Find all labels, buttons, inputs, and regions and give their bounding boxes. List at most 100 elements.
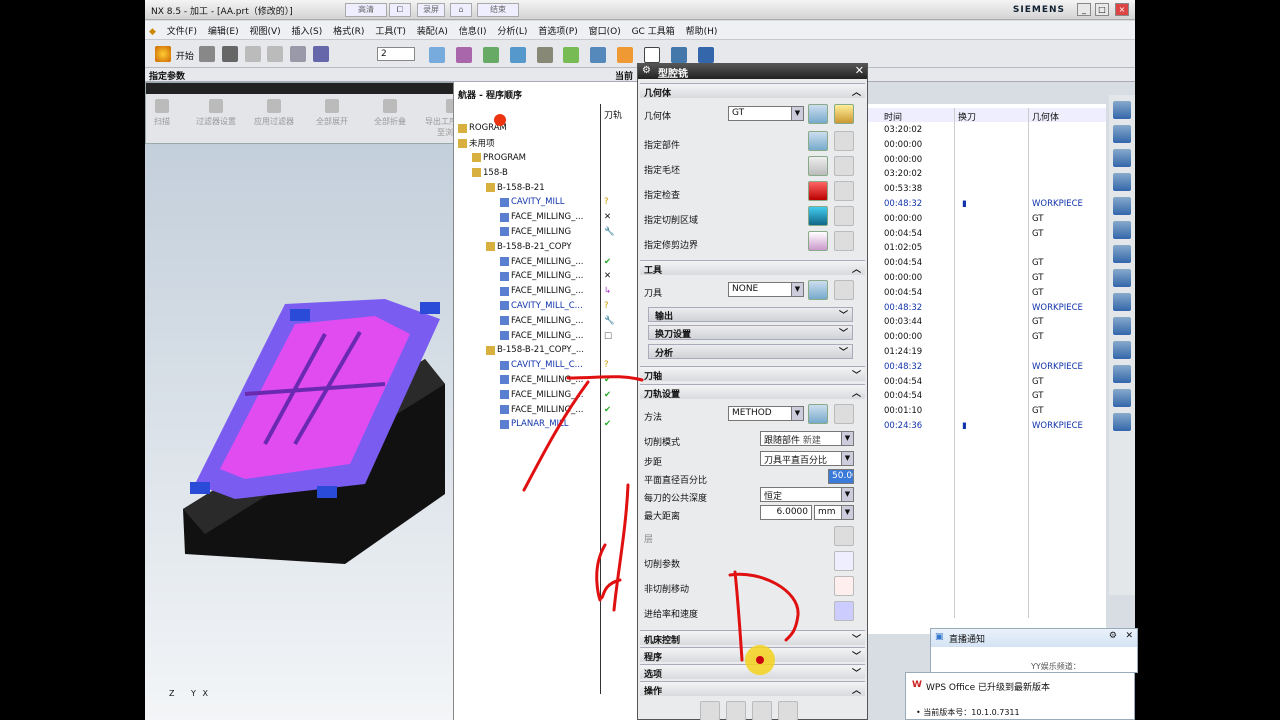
tree-row[interactable]: FACE_MILLING_... ↳ [454, 284, 644, 299]
scan-button[interactable]: 扫描 [145, 99, 190, 127]
table-row[interactable]: 00:04:54 GT [866, 256, 1106, 271]
part-tab-icon[interactable] [1113, 149, 1131, 167]
expand-all-button[interactable]: 全部展开 [304, 99, 360, 127]
stepover-select[interactable]: 刀具平直百分比 ▼ [760, 451, 854, 466]
feeds-speeds-button[interactable] [834, 601, 854, 621]
menu-help[interactable]: 帮助(H) [682, 21, 722, 40]
table-row[interactable]: 00:00:00 GT [866, 330, 1106, 345]
apply-filter-button[interactable]: 应用过滤器 [246, 99, 302, 127]
menu-edit[interactable]: 编辑(E) [204, 21, 243, 40]
sphere-icon[interactable] [563, 47, 580, 63]
new-method-button[interactable] [808, 404, 828, 424]
show-part-button[interactable] [834, 131, 854, 151]
tree-row[interactable]: FACE_MILLING_... ✕ [454, 210, 644, 225]
max-distance-input[interactable]: 6.0000 [760, 505, 812, 520]
menu-insert[interactable]: 插入(S) [288, 21, 327, 40]
save-icon[interactable] [198, 46, 215, 62]
menu-format[interactable]: 格式(R) [329, 21, 368, 40]
table-row[interactable]: 01:02:05 [866, 241, 1106, 256]
filter-settings-button[interactable]: 过滤器设置 [188, 99, 244, 127]
table-row[interactable]: 00:03:44 GT [866, 315, 1106, 330]
close-button[interactable]: × [1115, 3, 1129, 16]
geometry-section-header[interactable]: 几何体 ︿ [640, 83, 865, 99]
table-row[interactable]: 00:00:00 [866, 138, 1106, 153]
menu-preferences[interactable]: 首选项(P) [534, 21, 581, 40]
csys-icon[interactable] [482, 47, 499, 63]
specify-check-button[interactable] [808, 181, 828, 201]
tree-row[interactable]: B-158-B-21_COPY [454, 239, 644, 254]
actions-section-header[interactable]: 操作 ︿ [640, 681, 865, 697]
table-row[interactable]: 00:48:32 WORKPIECE [866, 360, 1106, 375]
tree-row[interactable]: FACE_MILLING_... ✔ [454, 373, 644, 388]
fit-view-icon[interactable] [509, 47, 526, 63]
tool-section-header[interactable]: 工具 ︿ [640, 260, 865, 276]
cube-icon[interactable] [590, 47, 607, 63]
menu-tools[interactable]: 工具(T) [371, 21, 410, 40]
tree-row[interactable]: 未用项 [454, 136, 644, 151]
verify-button[interactable] [752, 701, 772, 720]
table-row[interactable]: 03:20:02 [866, 123, 1106, 138]
table-row[interactable]: 00:04:54 GT [866, 375, 1106, 390]
tree-row[interactable]: B-158-B-21 [454, 180, 644, 195]
tree-row[interactable]: FACE_MILLING_... ✔ [454, 402, 644, 417]
unit-select[interactable]: mm ▼ [814, 505, 854, 520]
tree-row[interactable]: ROGRAM [454, 121, 644, 136]
replay-button[interactable] [726, 701, 746, 720]
web-tab-icon[interactable] [1113, 269, 1131, 287]
tab-end[interactable]: 结束 [477, 3, 519, 17]
tool-axis-section-header[interactable]: 刀轴 ﹀ [640, 366, 865, 382]
home-icon[interactable]: ⌂ [450, 3, 472, 17]
redo-icon[interactable] [267, 46, 284, 62]
menu-window[interactable]: 窗口(O) [585, 21, 625, 40]
specify-blank-button[interactable] [808, 156, 828, 176]
machine-tab-icon[interactable] [1113, 173, 1131, 191]
list-tab-icon[interactable] [1113, 341, 1131, 359]
show-blank-button[interactable] [834, 156, 854, 176]
notification-close-button[interactable]: ✕ [1125, 631, 1133, 641]
path-settings-section-header[interactable]: 刀轨设置 ︿ [640, 384, 865, 400]
specify-trim-button[interactable] [808, 231, 828, 251]
edit-geometry-button[interactable] [834, 104, 854, 124]
tree-row[interactable]: CAVITY_MILL_C...? [454, 358, 644, 373]
point-icon[interactable] [455, 47, 472, 63]
menu-gc-toolbox[interactable]: GC 工具箱 [628, 21, 679, 40]
tree-row[interactable]: PLANAR_MILL ✔ [454, 417, 644, 432]
layer-select[interactable]: 2 [377, 47, 415, 61]
depth-per-cut-select[interactable]: 恒定 ▼ [760, 487, 854, 502]
roles-tab-icon[interactable] [1113, 245, 1131, 263]
program-section-header[interactable]: 程序 ﹀ [640, 647, 865, 663]
start-menu-button[interactable]: 开始 [176, 52, 194, 62]
undo-icon[interactable] [244, 46, 261, 62]
tree-row[interactable]: 158-B [454, 165, 644, 180]
table-row[interactable]: 01:24:19 [866, 345, 1106, 360]
machine-control-section-header[interactable]: 机床控制 ﹀ [640, 630, 865, 646]
table-row[interactable]: 00:24:36 ▮ WORKPIECE [866, 419, 1106, 434]
palette-tab-icon[interactable] [1113, 221, 1131, 239]
options-section-header[interactable]: 选项 ﹀ [640, 664, 865, 680]
list-button[interactable] [778, 701, 798, 720]
assembly-tab-icon[interactable] [1113, 125, 1131, 143]
snap-icon[interactable] [313, 46, 330, 62]
generate-button[interactable] [700, 701, 720, 720]
start-icon[interactable] [155, 46, 171, 62]
cut-params-button[interactable] [834, 551, 854, 571]
tree-row[interactable]: FACE_MILLING_... □ [454, 328, 644, 343]
settings-tab-icon[interactable] [1113, 413, 1131, 431]
dialog-close-button[interactable]: ✕ [855, 64, 864, 77]
tree-row[interactable]: FACE_MILLING_... 🔧 [454, 313, 644, 328]
tab-hd[interactable]: 高清 [345, 3, 387, 17]
table-row[interactable]: 03:20:02 [866, 167, 1106, 182]
tree-row[interactable]: CAVITY_MILL_C...? [454, 299, 644, 314]
render-style-icon[interactable] [536, 47, 553, 63]
table-row[interactable]: 00:04:54 GT [866, 227, 1106, 242]
dialog-titlebar[interactable]: ⚙ 型腔铣 ✕ [638, 64, 867, 80]
history-tab-icon[interactable] [1113, 293, 1131, 311]
tree-row[interactable]: CAVITY_MILL? [454, 195, 644, 210]
tree-row[interactable]: FACE_MILLING_... ✔ [454, 254, 644, 269]
table-row[interactable]: 00:04:54 GT [866, 389, 1106, 404]
tree-row[interactable]: FACE_MILLING_... ✕ [454, 269, 644, 284]
menu-analysis[interactable]: 分析(L) [493, 21, 531, 40]
table-row[interactable]: 00:00:00 [866, 153, 1106, 168]
cut-levels-button[interactable] [834, 526, 854, 546]
settings-icon[interactable]: ⚙ [1109, 631, 1117, 641]
